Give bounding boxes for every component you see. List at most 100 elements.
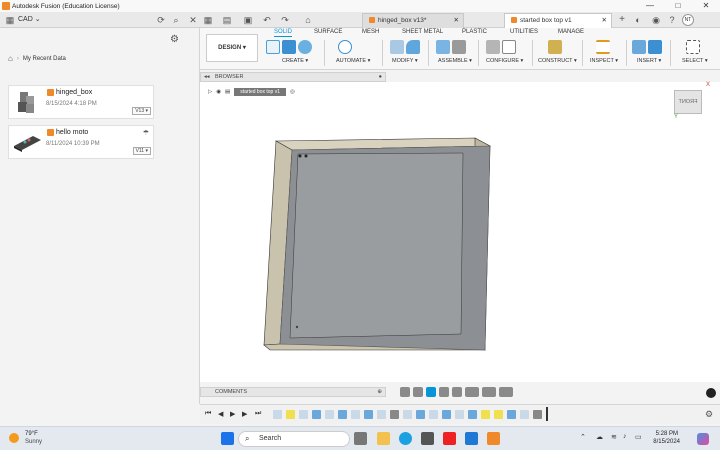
close-data-panel-icon[interactable]: ✕ [187,14,199,26]
timeline-feature[interactable] [364,410,373,419]
doc-tab-hinged-box[interactable]: hinged_box v13* ✕ [362,13,464,28]
tab-utilities[interactable]: UTILITIES [510,29,538,35]
edge-browser-icon[interactable] [399,432,412,445]
timeline-feature[interactable] [351,410,360,419]
collapse-icon[interactable]: ◂◂ [204,73,210,81]
view-cube[interactable]: FRONT [674,90,702,114]
pin-icon[interactable]: ● [379,73,382,81]
timeline-feature[interactable] [299,410,308,419]
comments-panel-header[interactable]: COMMENTS ⊕ [200,387,386,397]
new-component-icon[interactable] [436,40,450,54]
sun-weather-icon[interactable] [9,433,19,443]
new-sketch-icon[interactable] [266,40,280,54]
windows-start-icon[interactable] [221,432,234,445]
tab-plastic[interactable]: PLASTIC [462,29,487,35]
viewports-icon[interactable] [499,387,513,397]
tab-solid[interactable]: SOLID [274,29,293,37]
tab-manage[interactable]: MANAGE [558,29,584,35]
copilot-icon[interactable] [697,433,709,445]
weather-temperature[interactable]: 79°F [25,431,38,437]
timeline-feature[interactable] [325,410,334,419]
taskbar-search-box[interactable]: ⌕ Search [238,431,350,447]
close-button[interactable]: ✕ [692,0,720,12]
close-tab-icon[interactable]: ✕ [454,14,459,28]
weather-description[interactable]: Sunny [25,439,42,445]
chevron-up-icon[interactable]: ⌃ [580,433,586,441]
add-comment-icon[interactable]: ⊕ [377,388,382,396]
select-icon[interactable] [686,40,700,54]
timeline-feature[interactable] [286,410,295,419]
timeline-feature[interactable] [338,410,347,419]
undo-icon[interactable]: ↶ [261,14,273,26]
fit-icon[interactable] [452,387,462,397]
expand-arrow-icon[interactable]: ▷ [208,89,212,95]
timeline-feature[interactable] [455,410,464,419]
extrude-icon[interactable] [282,40,296,54]
task-view-icon[interactable] [354,432,367,445]
redo-icon[interactable]: ↷ [279,14,291,26]
timeline-feature[interactable] [520,410,529,419]
timeline-feature[interactable] [442,410,451,419]
vscode-icon[interactable] [465,432,478,445]
file-card-hinged-box[interactable]: hinged_box 8/15/2024 4:18 PM V13 ▾ [8,85,154,119]
minimize-button[interactable]: — [636,0,664,12]
offset-plane-icon[interactable] [548,40,562,54]
file-menu-icon[interactable]: ▤ [221,14,233,26]
fillet-icon[interactable] [406,40,420,54]
grid-settings-icon[interactable] [482,387,496,397]
grid-menu-icon[interactable]: ▦ [4,14,16,26]
doc-tab-started-box-top[interactable]: started box top v1 ✕ [504,13,612,28]
timeline-feature[interactable] [507,410,516,419]
step-forward-icon[interactable]: ▶ [242,410,247,418]
table-icon[interactable] [502,40,516,54]
timeline-feature[interactable] [533,410,542,419]
browser-panel-header[interactable]: ◂◂ BROWSER ● [200,72,386,82]
notifications-icon[interactable]: ◉ [650,14,662,26]
cloud-icon[interactable]: ☁ [596,433,603,441]
maximize-button[interactable]: □ [664,0,692,12]
timeline-feature[interactable] [390,410,399,419]
revolve-icon[interactable] [298,40,312,54]
timeline-feature[interactable] [273,410,282,419]
timeline-feature[interactable] [416,410,425,419]
settings-gear-icon[interactable]: ⚙ [170,34,179,45]
model-render[interactable] [200,82,720,382]
timeline-feature[interactable] [403,410,412,419]
home-icon[interactable]: ⌂ [8,54,13,63]
insert-mesh-icon[interactable] [648,40,662,54]
timeline-feature[interactable] [494,410,503,419]
fusion-app-icon[interactable] [487,432,500,445]
go-to-end-icon[interactable]: ⏭ [255,410,261,418]
activate-radio-icon[interactable]: ◎ [290,89,295,95]
clock-time[interactable]: 5:28 PM [656,431,678,437]
canvas-viewport[interactable]: FRONT X Y [200,82,720,398]
file-card-hello-moto[interactable]: hello moto 8/11/2024 10:39 PM ☂ V11 ▾ [8,125,154,159]
tab-surface[interactable]: SURFACE [314,29,342,35]
timeline-feature[interactable] [481,410,490,419]
ai-assistant-icon[interactable] [706,388,716,398]
file-explorer-icon[interactable] [377,432,390,445]
help-icon[interactable]: ? [666,14,678,26]
pan-icon[interactable] [426,387,436,397]
browser-root-component[interactable]: ▷ ◉ ▤ started box top v1 ◎ [208,87,295,97]
orbit-icon[interactable] [400,387,410,397]
store-icon[interactable] [421,432,434,445]
measure-icon[interactable] [596,40,610,54]
user-avatar[interactable]: NT [682,14,694,26]
job-status-icon[interactable]: ◐ [632,14,644,26]
timeline-feature[interactable] [312,410,321,419]
clock-date[interactable]: 8/15/2024 [653,439,680,445]
version-dropdown[interactable]: V11 ▾ [132,147,151,155]
battery-icon[interactable]: ▭ [635,433,642,441]
timeline-feature[interactable] [468,410,477,419]
save-icon[interactable]: ▣ [242,14,254,26]
step-back-icon[interactable]: ◀ [218,410,223,418]
search-icon[interactable]: ⌕ [170,14,182,26]
breadcrumb-label[interactable]: My Recent Data [23,56,66,62]
go-to-start-icon[interactable]: ⏮ [205,410,211,418]
wifi-icon[interactable]: ≋ [611,433,617,441]
display-settings-icon[interactable] [465,387,479,397]
component-name[interactable]: started box top v1 [234,88,286,96]
workspace-design-dropdown[interactable]: DESIGN ▾ [206,34,258,62]
volume-icon[interactable]: ♪ [623,433,627,440]
